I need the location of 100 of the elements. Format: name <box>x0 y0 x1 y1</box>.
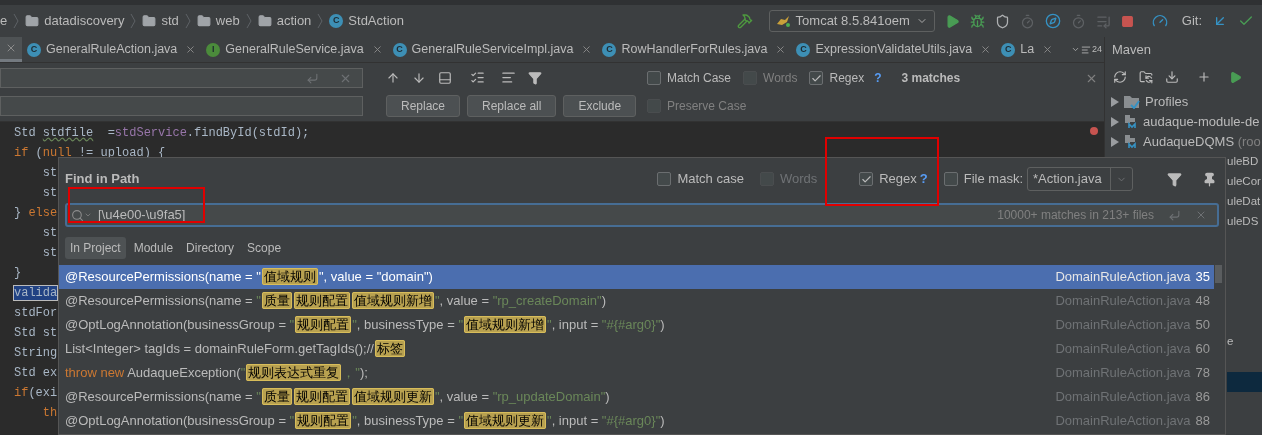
help-link[interactable]: ? <box>919 169 928 189</box>
checkbox[interactable] <box>943 172 958 186</box>
code-line: stdFor <box>14 305 58 322</box>
replace-button[interactable]: Replace <box>386 94 461 117</box>
gauge-icon[interactable] <box>1151 13 1168 29</box>
clear-icon[interactable] <box>1195 209 1207 221</box>
chevron-icon <box>317 13 324 29</box>
chevron-icon <box>13 13 20 29</box>
close-icon[interactable] <box>775 44 787 55</box>
checkbox[interactable] <box>809 71 824 85</box>
tab-overflow-button[interactable]: 24 <box>1071 42 1102 57</box>
chevron-icon <box>245 13 252 29</box>
checkbox[interactable] <box>657 172 672 186</box>
tree-item[interactable]: Profiles <box>1145 92 1189 112</box>
compass-icon[interactable] <box>1044 13 1061 29</box>
tree-item[interactable]: e <box>1227 332 1262 352</box>
chevron-icon <box>130 13 137 29</box>
panel-icon[interactable] <box>438 70 452 85</box>
help-link[interactable]: ? <box>874 69 882 87</box>
folder-sync-icon[interactable] <box>1139 70 1153 84</box>
class-icon: C <box>1001 42 1016 57</box>
next-icon[interactable] <box>412 70 426 85</box>
close-icon[interactable] <box>1042 44 1054 55</box>
stop-icon[interactable] <box>1120 14 1134 28</box>
editor-tab[interactable]: C RowHandlerForRules.java <box>597 37 792 62</box>
option-label: Match Case <box>667 70 732 87</box>
replace-button[interactable]: Exclude <box>563 94 637 117</box>
editor-tab[interactable]: C ExpressionValidateUtils.java <box>791 37 997 62</box>
line-number: 50 <box>1195 316 1210 335</box>
select-all-icon[interactable] <box>470 70 485 85</box>
filter-icon[interactable] <box>528 70 542 85</box>
editor-tab[interactable]: C La <box>996 37 1059 62</box>
scope-tab[interactable]: Module <box>128 236 179 259</box>
filter-icon[interactable] <box>1167 171 1182 187</box>
refresh-icon[interactable] <box>1113 70 1127 84</box>
add-icon[interactable] <box>1197 70 1211 84</box>
tree-item[interactable]: AudaqueDQMS (roo <box>1143 132 1261 152</box>
close-icon[interactable] <box>581 44 593 55</box>
tree-item[interactable]: uleBD <box>1227 152 1262 172</box>
hammer-icon[interactable] <box>736 13 753 29</box>
pin-icon[interactable] <box>1202 171 1217 187</box>
download-icon[interactable] <box>1165 70 1179 84</box>
tree-item[interactable]: uleCor <box>1227 172 1262 192</box>
caret-icon <box>84 211 92 219</box>
result-code: @OptLogAnnotation(businessGroup = " 规则配置 ", businessType = " 值域规则更新 ", input = "#{#arg0}") <box>65 411 665 431</box>
file-mask-dropdown[interactable]: *Action.java <box>1027 167 1133 191</box>
line-number: 88 <box>1195 412 1210 431</box>
bug-icon[interactable] <box>969 13 985 29</box>
run-icon[interactable] <box>944 13 960 29</box>
code-line: String <box>14 345 58 362</box>
result-file: DomainRuleAction.java <box>1055 268 1191 287</box>
editor-tab[interactable] <box>0 37 22 62</box>
match-count: 3 matches <box>901 70 961 87</box>
timer-icon[interactable] <box>1070 13 1086 29</box>
timer-icon[interactable] <box>1019 13 1035 29</box>
filter-lines-icon[interactable] <box>501 70 516 85</box>
list-icon[interactable] <box>1095 13 1111 29</box>
editor-tab[interactable]: I GeneralRuleService.java <box>201 37 388 62</box>
breadcrumb-item[interactable]: StdAction <box>348 11 404 31</box>
breadcrumb-item[interactable]: e <box>0 11 8 31</box>
breadcrumb-item[interactable]: std <box>161 11 179 31</box>
previous-icon[interactable] <box>386 70 400 85</box>
scrollbar-thumb[interactable] <box>1215 265 1222 283</box>
run-icon[interactable] <box>1229 70 1242 84</box>
breadcrumb-item[interactable]: web <box>215 11 240 31</box>
search-field[interactable]: [\u4e00-\u9fa5] 10000+ matches in 213+ files <box>65 203 1219 227</box>
run-configuration-dropdown[interactable]: Tomcat 8.5.841oem <box>768 10 935 32</box>
breadcrumb-item[interactable]: action <box>276 11 312 31</box>
tree-item[interactable]: uleDat <box>1227 192 1262 212</box>
code-line: if(exi <box>14 385 58 402</box>
newline-icon[interactable] <box>306 71 319 85</box>
scope-tab[interactable]: Directory <box>181 236 240 259</box>
scope-tab[interactable]: In Project <box>65 236 126 259</box>
tree-item[interactable]: uleDS <box>1227 212 1262 232</box>
replace-field[interactable] <box>0 96 363 116</box>
option-label: Regex <box>829 70 865 87</box>
panel-title: Maven <box>1111 41 1153 60</box>
close-icon[interactable] <box>980 44 992 55</box>
editor-tab[interactable]: C GeneralRuleServiceImpl.java <box>387 37 598 62</box>
breadcrumb-item[interactable]: datadiscovery <box>44 11 125 31</box>
editor-tab[interactable]: C GeneralRuleAction.java <box>22 37 202 62</box>
search-field[interactable] <box>0 68 363 88</box>
close-icon[interactable] <box>185 44 197 55</box>
checkbox[interactable] <box>647 71 661 85</box>
newline-icon[interactable] <box>1168 208 1181 222</box>
class-icon: I <box>206 42 221 57</box>
close-icon[interactable] <box>371 44 383 55</box>
line-number: 48 <box>1195 292 1210 311</box>
search-result-row[interactable]: @ResourcePermissions(name = " 值域规则 ", value = "domain") DomainRuleAction.java 35 <box>59 265 1214 289</box>
option-label: Match case <box>677 170 744 189</box>
checkbox[interactable] <box>859 172 874 186</box>
option-label: Preserve Case <box>667 98 747 115</box>
replace-button[interactable]: Replace all <box>467 94 557 117</box>
close-icon[interactable] <box>5 42 17 54</box>
line-number: 78 <box>1195 364 1210 383</box>
shield-icon[interactable] <box>994 13 1010 29</box>
tree-item[interactable]: audaque-module-de <box>1143 112 1260 132</box>
code-line: st <box>41 185 58 202</box>
dialog-title: Find in Path <box>65 170 140 189</box>
scope-tab[interactable]: Scope <box>242 236 287 259</box>
